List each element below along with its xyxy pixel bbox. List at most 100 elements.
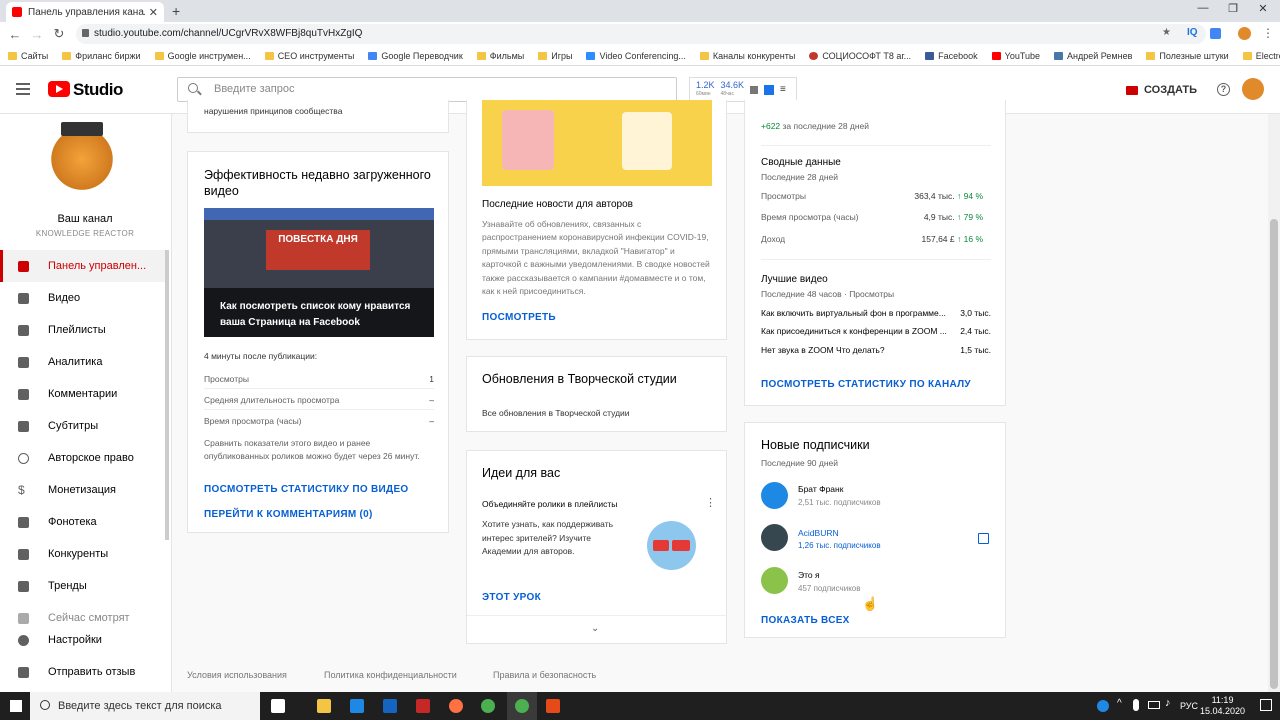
minimize-button[interactable]: — <box>1188 2 1218 14</box>
create-button[interactable]: СОЗДАТЬ <box>1126 78 1197 102</box>
chrome-icon[interactable] <box>515 699 529 713</box>
bookmark-item[interactable]: Каналы конкуренты <box>699 51 795 61</box>
channel-stats-link[interactable]: ПОСМОТРЕТЬ СТАТИСТИКУ ПО КАНАЛУ <box>761 379 971 390</box>
sidebar-item-competitors[interactable]: Конкуренты <box>0 538 168 570</box>
windows-start-icon[interactable] <box>10 700 22 712</box>
more-options-icon[interactable]: ⋮ <box>705 496 716 509</box>
sidebar-item-audio-library[interactable]: Фонотека <box>0 506 168 538</box>
menu-icon[interactable] <box>16 83 30 95</box>
bookmark-item[interactable]: Фильмы <box>476 51 524 61</box>
browser-menu-icon[interactable]: ⋮ <box>1262 26 1274 40</box>
account-avatar[interactable] <box>1242 78 1264 100</box>
sidebar-item-subtitles[interactable]: Субтитры <box>0 410 168 442</box>
summary-row: Просмотры 363,4 тыс. ↑ 94 % <box>761 191 983 201</box>
browser-tab[interactable]: Панель управления каналом - Y ✕ <box>6 2 164 22</box>
forward-icon[interactable]: → <box>26 27 48 42</box>
file-explorer-icon[interactable] <box>317 699 331 713</box>
tray-chevron-icon[interactable]: ^ <box>1117 698 1122 709</box>
divider <box>204 388 434 389</box>
task-view-icon[interactable] <box>271 699 285 713</box>
bookmark-item[interactable]: Фриланс биржи <box>62 51 141 61</box>
clock[interactable]: 11:19 15.04.2020 <box>1200 695 1245 717</box>
firefox-icon[interactable] <box>449 699 463 713</box>
help-icon[interactable]: ? <box>1217 83 1230 96</box>
open-external-icon[interactable] <box>978 533 989 544</box>
mail-icon[interactable] <box>383 699 397 713</box>
footer-privacy-link[interactable]: Политика конфиденциальности <box>324 670 457 680</box>
studio-logo-text[interactable]: Studio <box>73 80 123 100</box>
notifications-icon[interactable] <box>1260 699 1272 711</box>
top-video-row[interactable]: Как присоединиться к конференции в ZOOM … <box>761 326 991 336</box>
search-input[interactable]: Введите запрос <box>177 77 677 102</box>
lesson-link[interactable]: ЭТОТ УРОК <box>482 592 541 603</box>
sidebar-item-playlists[interactable]: Плейлисты <box>0 314 168 346</box>
sidebar-item-settings[interactable]: Настройки <box>0 624 168 656</box>
news-link[interactable]: ПОСМОТРЕТЬ <box>482 312 556 323</box>
bookmark-item[interactable]: Video Conferencing... <box>586 51 686 61</box>
chrome-icon[interactable] <box>481 699 495 713</box>
taskbar-search-input[interactable]: Введите здесь текст для поиска <box>30 692 260 720</box>
card-title: Новые подписчики <box>761 438 870 452</box>
sidebar-item-copyright[interactable]: Авторское право <box>0 442 168 474</box>
footer-policy-link[interactable]: Правила и безопасность <box>493 670 596 680</box>
subscriber-avatar[interactable] <box>761 524 788 551</box>
close-window-button[interactable]: ✕ <box>1248 2 1278 15</box>
divider <box>761 145 991 146</box>
profile-icon[interactable] <box>1238 27 1251 40</box>
footer-terms-link[interactable]: Условия использования <box>187 670 287 680</box>
document-icon[interactable] <box>350 699 364 713</box>
sidebar-item-feedback[interactable]: Отправить отзыв <box>0 656 168 688</box>
page-scrollbar[interactable] <box>1268 114 1280 692</box>
close-tab-icon[interactable]: ✕ <box>149 6 158 19</box>
subscriber-name[interactable]: Брат Франк <box>798 484 843 494</box>
sidebar-item-trends[interactable]: Тренды <box>0 570 168 602</box>
top-video-row[interactable]: Как включить виртуальный фон в программе… <box>761 308 991 318</box>
new-tab-button[interactable]: + <box>172 3 180 19</box>
iq-extension-icon[interactable]: IQ <box>1187 27 1198 38</box>
bookmark-item[interactable]: Сайты <box>8 51 48 61</box>
video-stats-link[interactable]: ПОСМОТРЕТЬ СТАТИСТИКУ ПО ВИДЕО <box>204 484 409 495</box>
sidebar-scrollbar[interactable] <box>165 250 169 540</box>
show-all-subscribers-link[interactable]: ПОКАЗАТЬ ВСЕХ <box>761 615 850 626</box>
language-indicator[interactable]: РУС <box>1180 701 1198 711</box>
bookmark-item[interactable]: Google инструмен... <box>154 51 251 61</box>
sidebar-item-monetization[interactable]: $ Монетизация <box>0 474 168 506</box>
url-bar[interactable]: studio.youtube.com/channel/UCgrVRvX8WFBj… <box>76 24 1206 44</box>
bookmark-item[interactable]: Полезные штуки <box>1146 51 1229 61</box>
scrollbar-thumb[interactable] <box>1270 219 1278 689</box>
sidebar-item-comments[interactable]: Комментарии <box>0 378 168 410</box>
bookmark-item[interactable]: Facebook <box>925 51 978 61</box>
bookmark-item[interactable]: Игры <box>538 51 572 61</box>
sidebar-item-videos[interactable]: Видео <box>0 282 168 314</box>
subscriber-name[interactable]: AcidBURN <box>798 528 839 538</box>
app-icon[interactable] <box>416 699 430 713</box>
bookmark-item[interactable]: СОЦИОСОФТ T8 аг... <box>809 51 911 61</box>
subscriber-avatar[interactable] <box>761 482 788 509</box>
sidebar-item-analytics[interactable]: Аналитика <box>0 346 168 378</box>
bookmark-item[interactable]: СЕО инструменты <box>264 51 354 61</box>
top-video-row[interactable]: Нет звука в ZOOM Что делать? 1,5 тыс. <box>761 345 991 355</box>
restore-button[interactable]: ❐ <box>1218 2 1248 15</box>
microphone-icon[interactable] <box>1133 699 1139 711</box>
help-tray-icon[interactable] <box>1097 700 1109 712</box>
bookmark-item[interactable]: Андрей Ремнев <box>1054 51 1132 61</box>
volume-icon[interactable]: ♪ <box>1165 697 1171 709</box>
subscriber-avatar[interactable] <box>761 567 788 594</box>
bookmark-item[interactable]: YouTube <box>991 51 1040 61</box>
bookmark-item[interactable]: Google Переводчик <box>368 51 463 61</box>
back-icon[interactable]: ← <box>4 27 26 42</box>
battery-icon[interactable] <box>1148 701 1160 709</box>
comments-link[interactable]: ПЕРЕЙТИ К КОММЕНТАРИЯМ (0) <box>204 509 373 520</box>
realtime-stats-widget[interactable]: 1.2K 60мин 34.6K 48час ≡ <box>689 77 797 102</box>
channel-avatar[interactable] <box>47 122 117 202</box>
subscriber-name[interactable]: Это я <box>798 570 820 580</box>
youtube-logo-icon[interactable] <box>48 81 70 97</box>
camtasia-icon[interactable] <box>546 699 560 713</box>
bookmark-item[interactable]: Electronics, Cars, Fa... <box>1242 51 1280 61</box>
chevron-down-icon[interactable]: ⌄ <box>591 623 599 634</box>
star-icon[interactable]: ★ <box>1162 27 1171 38</box>
sidebar-item-dashboard[interactable]: Панель управлен... <box>0 250 168 282</box>
translate-extension-icon[interactable] <box>1210 28 1221 39</box>
reload-icon[interactable]: ↻ <box>48 26 70 42</box>
video-thumbnail[interactable]: ПОВЕСТКА ДНЯ Как посмотреть список кому … <box>204 208 434 337</box>
